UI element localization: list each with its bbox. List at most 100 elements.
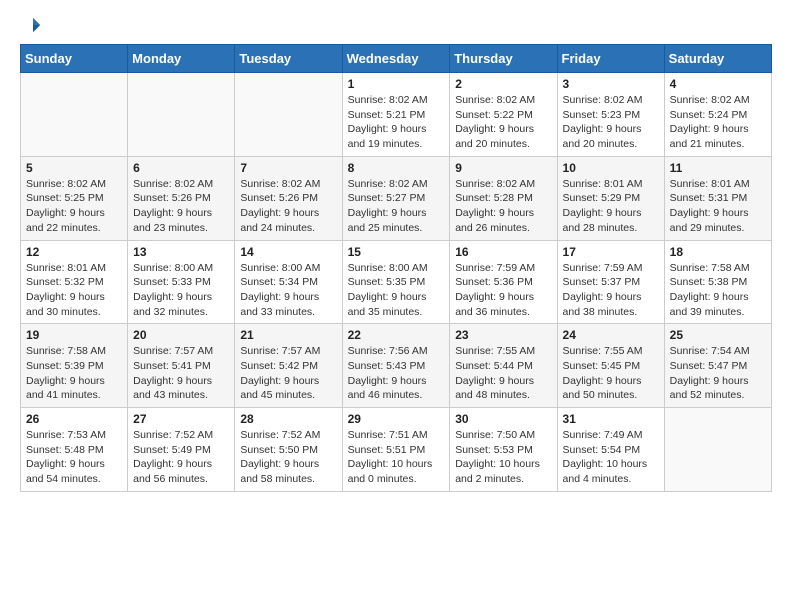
calendar-cell: 7 Sunrise: 8:02 AMSunset: 5:26 PMDaylight… bbox=[235, 156, 342, 240]
day-info: Sunrise: 7:59 AMSunset: 5:36 PMDaylight:… bbox=[455, 261, 551, 320]
calendar-cell: 15 Sunrise: 8:00 AMSunset: 5:35 PMDayligh… bbox=[342, 240, 450, 324]
day-info: Sunrise: 8:00 AMSunset: 5:35 PMDaylight:… bbox=[348, 261, 445, 320]
day-number: 4 bbox=[670, 77, 766, 91]
day-info: Sunrise: 8:02 AMSunset: 5:28 PMDaylight:… bbox=[455, 177, 551, 236]
day-info: Sunrise: 8:00 AMSunset: 5:33 PMDaylight:… bbox=[133, 261, 229, 320]
page: SundayMondayTuesdayWednesdayThursdayFrid… bbox=[0, 0, 792, 508]
calendar-cell: 5 Sunrise: 8:02 AMSunset: 5:25 PMDaylight… bbox=[21, 156, 128, 240]
day-number: 18 bbox=[670, 245, 766, 259]
day-info: Sunrise: 8:02 AMSunset: 5:26 PMDaylight:… bbox=[240, 177, 336, 236]
calendar-cell: 26Sunrise: 7:53 AMSunset: 5:48 PMDayligh… bbox=[21, 408, 128, 492]
calendar-cell: 29Sunrise: 7:51 AMSunset: 5:51 PMDayligh… bbox=[342, 408, 450, 492]
day-number: 31 bbox=[563, 412, 659, 426]
day-number: 8 bbox=[348, 161, 445, 175]
day-info: Sunrise: 7:49 AMSunset: 5:54 PMDaylight:… bbox=[563, 428, 659, 487]
day-info: Sunrise: 7:57 AMSunset: 5:41 PMDaylight:… bbox=[133, 344, 229, 403]
day-number: 12 bbox=[26, 245, 122, 259]
day-info: Sunrise: 7:58 AMSunset: 5:39 PMDaylight:… bbox=[26, 344, 122, 403]
day-number: 28 bbox=[240, 412, 336, 426]
day-info: Sunrise: 8:02 AMSunset: 5:25 PMDaylight:… bbox=[26, 177, 122, 236]
calendar-cell: 4 Sunrise: 8:02 AMSunset: 5:24 PMDaylight… bbox=[664, 73, 771, 157]
weekday-header-saturday: Saturday bbox=[664, 45, 771, 73]
day-info: Sunrise: 7:56 AMSunset: 5:43 PMDaylight:… bbox=[348, 344, 445, 403]
calendar-cell: 9Sunrise: 8:02 AMSunset: 5:28 PMDaylight… bbox=[450, 156, 557, 240]
calendar-cell: 13 Sunrise: 8:00 AMSunset: 5:33 PMDayligh… bbox=[128, 240, 235, 324]
day-info: Sunrise: 7:58 AMSunset: 5:38 PMDaylight:… bbox=[670, 261, 766, 320]
day-info: Sunrise: 8:02 AMSunset: 5:23 PMDaylight:… bbox=[563, 93, 659, 152]
calendar-cell bbox=[664, 408, 771, 492]
day-number: 17 bbox=[563, 245, 659, 259]
day-info: Sunrise: 7:54 AMSunset: 5:47 PMDaylight:… bbox=[670, 344, 766, 403]
calendar: SundayMondayTuesdayWednesdayThursdayFrid… bbox=[20, 44, 772, 492]
day-number: 25 bbox=[670, 328, 766, 342]
day-info: Sunrise: 8:01 AMSunset: 5:31 PMDaylight:… bbox=[670, 177, 766, 236]
day-info: Sunrise: 7:52 AMSunset: 5:49 PMDaylight:… bbox=[133, 428, 229, 487]
day-info: Sunrise: 8:02 AMSunset: 5:24 PMDaylight:… bbox=[670, 93, 766, 152]
calendar-cell: 12 Sunrise: 8:01 AMSunset: 5:32 PMDayligh… bbox=[21, 240, 128, 324]
day-info: Sunrise: 7:59 AMSunset: 5:37 PMDaylight:… bbox=[563, 261, 659, 320]
logo-icon bbox=[24, 16, 42, 34]
calendar-cell bbox=[235, 73, 342, 157]
day-number: 16 bbox=[455, 245, 551, 259]
day-number: 1 bbox=[348, 77, 445, 91]
day-number: 19 bbox=[26, 328, 122, 342]
day-number: 3 bbox=[563, 77, 659, 91]
calendar-cell: 31 Sunrise: 7:49 AMSunset: 5:54 PMDayligh… bbox=[557, 408, 664, 492]
day-number: 21 bbox=[240, 328, 336, 342]
calendar-cell: 16 Sunrise: 7:59 AMSunset: 5:36 PMDayligh… bbox=[450, 240, 557, 324]
day-info: Sunrise: 7:53 AMSunset: 5:48 PMDaylight:… bbox=[26, 428, 122, 487]
calendar-cell: 30 Sunrise: 7:50 AMSunset: 5:53 PMDayligh… bbox=[450, 408, 557, 492]
calendar-cell: 6Sunrise: 8:02 AMSunset: 5:26 PMDaylight… bbox=[128, 156, 235, 240]
weekday-header-sunday: Sunday bbox=[21, 45, 128, 73]
day-info: Sunrise: 8:01 AMSunset: 5:29 PMDaylight:… bbox=[563, 177, 659, 236]
calendar-cell: 8 Sunrise: 8:02 AMSunset: 5:27 PMDaylight… bbox=[342, 156, 450, 240]
calendar-cell: 19 Sunrise: 7:58 AMSunset: 5:39 PMDayligh… bbox=[21, 324, 128, 408]
calendar-cell: 20 Sunrise: 7:57 AMSunset: 5:41 PMDayligh… bbox=[128, 324, 235, 408]
calendar-cell: 10Sunrise: 8:01 AMSunset: 5:29 PMDayligh… bbox=[557, 156, 664, 240]
day-number: 22 bbox=[348, 328, 445, 342]
weekday-header-thursday: Thursday bbox=[450, 45, 557, 73]
calendar-cell: 3 Sunrise: 8:02 AMSunset: 5:23 PMDaylight… bbox=[557, 73, 664, 157]
day-number: 15 bbox=[348, 245, 445, 259]
day-number: 23 bbox=[455, 328, 551, 342]
header bbox=[20, 16, 772, 34]
calendar-cell: 18 Sunrise: 7:58 AMSunset: 5:38 PMDayligh… bbox=[664, 240, 771, 324]
day-info: Sunrise: 7:55 AMSunset: 5:44 PMDaylight:… bbox=[455, 344, 551, 403]
day-info: Sunrise: 8:00 AMSunset: 5:34 PMDaylight:… bbox=[240, 261, 336, 320]
calendar-cell: 28 Sunrise: 7:52 AMSunset: 5:50 PMDayligh… bbox=[235, 408, 342, 492]
weekday-header-wednesday: Wednesday bbox=[342, 45, 450, 73]
day-info: Sunrise: 7:55 AMSunset: 5:45 PMDaylight:… bbox=[563, 344, 659, 403]
day-number: 20 bbox=[133, 328, 229, 342]
day-info: Sunrise: 8:02 AMSunset: 5:26 PMDaylight:… bbox=[133, 177, 229, 236]
calendar-cell: 2 Sunrise: 8:02 AMSunset: 5:22 PMDaylight… bbox=[450, 73, 557, 157]
calendar-cell bbox=[21, 73, 128, 157]
day-number: 7 bbox=[240, 161, 336, 175]
calendar-cell: 17 Sunrise: 7:59 AMSunset: 5:37 PMDayligh… bbox=[557, 240, 664, 324]
day-info: Sunrise: 8:02 AMSunset: 5:22 PMDaylight:… bbox=[455, 93, 551, 152]
calendar-cell: 22 Sunrise: 7:56 AMSunset: 5:43 PMDayligh… bbox=[342, 324, 450, 408]
day-number: 24 bbox=[563, 328, 659, 342]
weekday-header-tuesday: Tuesday bbox=[235, 45, 342, 73]
day-number: 29 bbox=[348, 412, 445, 426]
day-info: Sunrise: 8:01 AMSunset: 5:32 PMDaylight:… bbox=[26, 261, 122, 320]
day-info: Sunrise: 7:52 AMSunset: 5:50 PMDaylight:… bbox=[240, 428, 336, 487]
day-number: 13 bbox=[133, 245, 229, 259]
calendar-cell: 1 Sunrise: 8:02 AMSunset: 5:21 PMDaylight… bbox=[342, 73, 450, 157]
calendar-cell: 21 Sunrise: 7:57 AMSunset: 5:42 PMDayligh… bbox=[235, 324, 342, 408]
calendar-cell: 14Sunrise: 8:00 AMSunset: 5:34 PMDayligh… bbox=[235, 240, 342, 324]
day-info: Sunrise: 7:50 AMSunset: 5:53 PMDaylight:… bbox=[455, 428, 551, 487]
day-number: 27 bbox=[133, 412, 229, 426]
day-number: 5 bbox=[26, 161, 122, 175]
calendar-cell bbox=[128, 73, 235, 157]
day-number: 11 bbox=[670, 161, 766, 175]
day-info: Sunrise: 8:02 AMSunset: 5:21 PMDaylight:… bbox=[348, 93, 445, 152]
weekday-header-friday: Friday bbox=[557, 45, 664, 73]
calendar-cell: 27 Sunrise: 7:52 AMSunset: 5:49 PMDayligh… bbox=[128, 408, 235, 492]
day-number: 30 bbox=[455, 412, 551, 426]
weekday-header-monday: Monday bbox=[128, 45, 235, 73]
calendar-cell: 25 Sunrise: 7:54 AMSunset: 5:47 PMDayligh… bbox=[664, 324, 771, 408]
day-info: Sunrise: 8:02 AMSunset: 5:27 PMDaylight:… bbox=[348, 177, 445, 236]
day-info: Sunrise: 7:57 AMSunset: 5:42 PMDaylight:… bbox=[240, 344, 336, 403]
day-number: 2 bbox=[455, 77, 551, 91]
calendar-cell: 24 Sunrise: 7:55 AMSunset: 5:45 PMDayligh… bbox=[557, 324, 664, 408]
